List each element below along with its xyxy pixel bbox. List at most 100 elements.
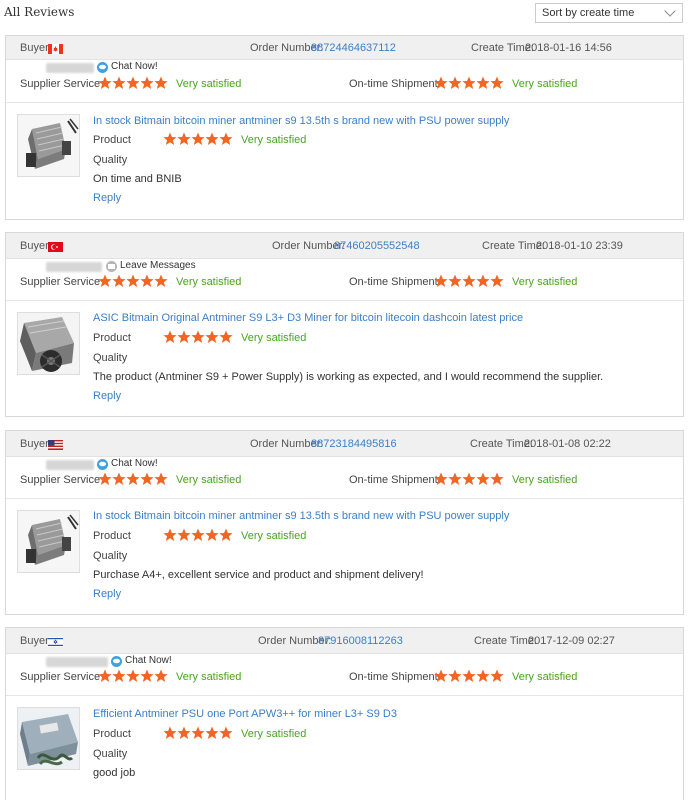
product-thumbnail[interactable] — [17, 114, 80, 177]
review-card: Buyer: Order Number: 88723184495816 Crea… — [5, 430, 684, 615]
order-number-link[interactable]: 87460205552548 — [334, 240, 420, 252]
ontime-shipment-stars — [434, 472, 504, 486]
sort-select[interactable]: Sort by create time — [535, 3, 683, 23]
star-icon — [98, 472, 112, 486]
reply-link[interactable]: Reply — [93, 192, 121, 204]
star-icon — [163, 528, 177, 542]
supplier-service-text: Very satisfied — [176, 671, 242, 683]
ontime-shipment-stars — [434, 274, 504, 288]
star-icon — [140, 274, 154, 288]
star-icon — [112, 472, 126, 486]
sort-selected-label: Sort by create time — [542, 7, 635, 19]
product-thumbnail[interactable] — [17, 312, 80, 375]
star-icon — [462, 472, 476, 486]
star-icon — [476, 472, 490, 486]
ontime-shipment-label: On-time Shipment — [349, 78, 438, 90]
supplier-ratings-row: Supplier Service Very satisfied On-time … — [6, 73, 683, 95]
star-icon — [163, 132, 177, 146]
product-rating-text: Very satisfied — [241, 134, 307, 146]
supplier-ratings-row: Supplier Service Very satisfied On-time … — [6, 666, 683, 688]
divider — [6, 300, 683, 301]
ontime-shipment-label: On-time Shipment — [349, 276, 438, 288]
ontime-shipment-stars — [434, 76, 504, 90]
product-title-link[interactable]: In stock Bitmain bitcoin miner antminer … — [93, 115, 509, 127]
star-icon — [462, 76, 476, 90]
review-card: Buyer: Order Number: 87916008112263 Crea… — [5, 627, 684, 800]
reply-link[interactable]: Reply — [93, 588, 121, 600]
star-icon — [154, 274, 168, 288]
israel-flag-icon — [48, 637, 63, 647]
star-icon — [163, 726, 177, 740]
star-icon — [140, 669, 154, 683]
star-icon — [476, 76, 490, 90]
order-number-link[interactable]: 87916008112263 — [318, 635, 403, 647]
chat-icon[interactable] — [97, 62, 108, 73]
star-icon — [112, 76, 126, 90]
chat-now-link[interactable]: Chat Now! — [111, 61, 158, 72]
star-icon — [126, 274, 140, 288]
create-time-value: 2018-01-10 23:39 — [536, 240, 623, 252]
chevron-down-icon — [664, 5, 676, 17]
star-icon — [154, 669, 168, 683]
star-icon — [219, 132, 233, 146]
product-title-link[interactable]: ASIC Bitmain Original Antminer S9 L3+ D3… — [93, 312, 523, 324]
ontime-shipment-label: On-time Shipment — [349, 671, 438, 683]
product-stars — [163, 132, 233, 146]
star-icon — [177, 330, 191, 344]
page-title: All Reviews — [4, 5, 75, 19]
divider — [6, 102, 683, 103]
star-icon — [448, 274, 462, 288]
star-icon — [98, 669, 112, 683]
supplier-service-label: Supplier Service — [20, 276, 101, 288]
star-icon — [154, 472, 168, 486]
ontime-shipment-text: Very satisfied — [512, 474, 578, 486]
supplier-service-text: Very satisfied — [176, 78, 242, 90]
star-icon — [490, 472, 504, 486]
star-icon — [98, 76, 112, 90]
star-icon — [126, 669, 140, 683]
star-icon — [191, 132, 205, 146]
star-icon — [126, 472, 140, 486]
star-icon — [98, 274, 112, 288]
review-header: Buyer: Order Number: 87460205552548 Crea… — [6, 233, 683, 259]
star-icon — [219, 726, 233, 740]
star-icon — [462, 669, 476, 683]
chat-now-link[interactable]: Chat Now! — [125, 655, 172, 666]
product-title-link[interactable]: Efficient Antminer PSU one Port APW3++ f… — [93, 708, 397, 720]
divider — [6, 498, 683, 499]
star-icon — [205, 132, 219, 146]
review-comment: On time and BNIB — [93, 173, 182, 185]
reply-link[interactable]: Reply — [93, 390, 121, 402]
supplier-service-stars — [98, 274, 168, 288]
supplier-service-label: Supplier Service — [20, 474, 101, 486]
order-number-link[interactable]: 88723184495816 — [311, 438, 397, 450]
star-icon — [448, 472, 462, 486]
supplier-service-text: Very satisfied — [176, 474, 242, 486]
product-thumbnail[interactable] — [17, 510, 80, 573]
product-label: Product — [93, 530, 131, 542]
chat-now-link[interactable]: Chat Now! — [111, 458, 158, 469]
product-thumbnail[interactable] — [17, 707, 80, 770]
star-icon — [163, 330, 177, 344]
product-rating-text: Very satisfied — [241, 332, 307, 344]
star-icon — [219, 528, 233, 542]
leave-messages-link[interactable]: Leave Messages — [120, 260, 196, 271]
turkey-flag-icon — [48, 242, 63, 252]
product-title-link[interactable]: In stock Bitmain bitcoin miner antminer … — [93, 510, 509, 522]
star-icon — [112, 669, 126, 683]
review-header: Buyer: Order Number: 87916008112263 Crea… — [6, 628, 683, 654]
ontime-shipment-text: Very satisfied — [512, 276, 578, 288]
review-comment: Purchase A4+, excellent service and prod… — [93, 569, 424, 581]
star-icon — [490, 669, 504, 683]
star-icon — [219, 330, 233, 344]
supplier-ratings-row: Supplier Service Very satisfied On-time … — [6, 271, 683, 293]
star-icon — [140, 472, 154, 486]
review-comment: The product (Antminer S9 + Power Supply)… — [93, 371, 604, 383]
product-label: Product — [93, 332, 131, 344]
star-icon — [191, 726, 205, 740]
quality-label: Quality — [93, 154, 128, 166]
product-stars — [163, 330, 233, 344]
star-icon — [191, 330, 205, 344]
order-number-link[interactable]: 88724464637112 — [311, 42, 396, 54]
star-icon — [434, 274, 448, 288]
